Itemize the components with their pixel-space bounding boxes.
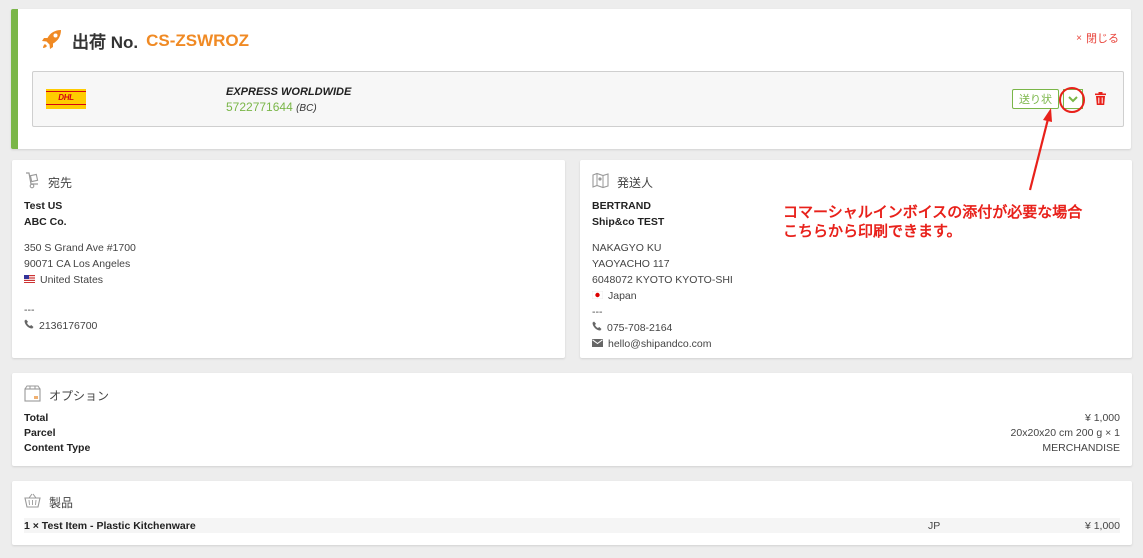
envelope-icon <box>592 336 603 352</box>
option-row: Parcel 20x20x20 cm 200 g × 1 <box>24 427 1120 439</box>
annotation-line2: こちらから印刷できます。 <box>783 223 962 240</box>
sender-company: Ship&co TEST <box>592 216 665 228</box>
close-label: 閉じる <box>1086 33 1119 45</box>
sender-email: hello@shipandco.com <box>592 336 733 352</box>
hand-truck-icon <box>24 172 40 192</box>
product-price: ¥ 1,000 <box>1084 519 1120 532</box>
rocket-icon <box>40 27 64 54</box>
tracking-line: 5722771644 (BC) <box>226 100 351 114</box>
shipment-id: CS-ZSWROZ <box>146 30 250 50</box>
sender-address: BERTRAND Ship&co TEST NAKAGYO KU YAOYACH… <box>591 198 733 352</box>
tracking-number[interactable]: 5722771644 <box>226 100 293 114</box>
basket-icon <box>24 493 41 511</box>
japan-flag-icon <box>591 288 604 304</box>
destination-separator: --- <box>24 304 35 316</box>
us-flag-icon <box>24 272 35 288</box>
trash-icon[interactable] <box>1095 92 1106 108</box>
destination-address2: 90071 CA Los Angeles <box>24 258 131 270</box>
sender-heading: 発送人 <box>592 172 653 192</box>
phone-icon <box>24 318 34 334</box>
option-row: Total ¥ 1,000 <box>24 412 1120 424</box>
shipment-card: 出荷 No. CS-ZSWROZ × 閉じる DHL EXPRESS WORLD… <box>11 9 1131 149</box>
sender-heading-label: 発送人 <box>617 175 654 190</box>
destination-country: United States <box>24 272 136 288</box>
destination-address1: 350 S Grand Ave #1700 <box>24 242 136 254</box>
annotation-arrow <box>1028 108 1052 191</box>
destination-card: 宛先 Test US ABC Co. 350 S Grand Ave #1700… <box>12 160 565 358</box>
product-name: 1 × Test Item - Plastic Kitchenware <box>24 519 196 532</box>
annotation-text: コマーシャルインボイスの添付が必要な場合 こちらから印刷できます。 <box>783 203 1082 241</box>
product-row: 1 × Test Item - Plastic Kitchenware JP ¥… <box>24 518 1120 533</box>
destination-company: ABC Co. <box>24 216 67 228</box>
service-info: EXPRESS WORLDWIDE 5722771644 (BC) <box>226 86 351 114</box>
destination-heading: 宛先 <box>24 172 72 192</box>
options-heading-label: オプション <box>49 388 110 403</box>
product-origin: JP <box>928 519 941 532</box>
destination-phone: 2136176700 <box>24 318 136 334</box>
shipment-title-prefix: 出荷 No. <box>72 33 139 52</box>
sender-phone: 075-708-2164 <box>592 320 733 336</box>
destination-heading-label: 宛先 <box>48 175 73 190</box>
close-icon: × <box>1076 32 1082 44</box>
dhl-logo: DHL <box>46 89 86 109</box>
annotation-line1: コマーシャルインボイスの添付が必要な場合 <box>783 204 1083 221</box>
phone-icon <box>592 320 602 336</box>
box-icon <box>24 385 41 405</box>
option-row: Content Type MERCHANDISE <box>24 442 1120 454</box>
close-link[interactable]: × 閉じる <box>1076 30 1119 46</box>
products-card: 製品 1 × Test Item - Plastic Kitchenware J… <box>12 481 1132 545</box>
options-heading: オプション <box>24 385 109 405</box>
destination-name: Test US <box>24 200 63 212</box>
sender-address3: 6048072 KYOTO KYOTO-SHI <box>592 274 733 286</box>
shipment-title: 出荷 No. CS-ZSWROZ <box>40 27 249 54</box>
service-name: EXPRESS WORLDWIDE <box>226 86 352 98</box>
sender-name: BERTRAND <box>592 200 651 212</box>
products-heading-label: 製品 <box>49 495 74 510</box>
options-card: オプション Total ¥ 1,000 Parcel 20x20x20 cm 200… <box>12 373 1132 466</box>
tracking-suffix: (BC) <box>296 103 317 114</box>
sender-address2: YAOYACHO 117 <box>592 258 670 270</box>
carrier-row: DHL EXPRESS WORLDWIDE 5722771644 (BC) 送り… <box>32 71 1124 127</box>
destination-address: Test US ABC Co. 350 S Grand Ave #1700 90… <box>24 198 136 334</box>
products-heading: 製品 <box>24 493 73 511</box>
map-icon <box>592 172 609 192</box>
sender-separator: --- <box>592 306 603 318</box>
highlight-circle <box>1059 87 1085 113</box>
sender-country: Japan <box>591 288 733 304</box>
sender-address1: NAKAGYO KU <box>592 242 662 254</box>
